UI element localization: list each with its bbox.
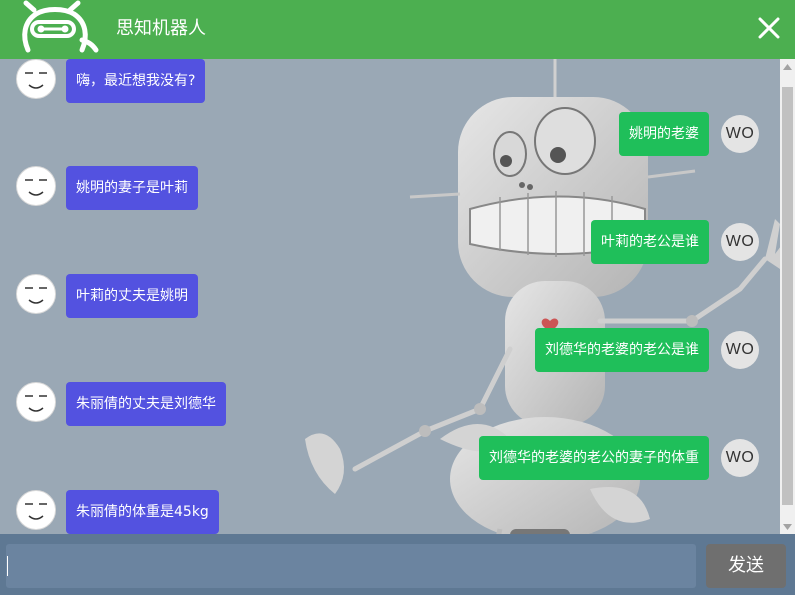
header-bar: 思知机器人 [0,0,795,59]
user-avatar: WO [721,331,759,369]
bot-message-bubble: 叶莉的丈夫是姚明 [66,274,198,318]
message-input[interactable] [6,544,696,588]
user-message-bubble: 叶莉的老公是谁 [591,220,709,264]
bot-message-bubble: 朱丽倩的丈夫是刘德华 [66,382,226,426]
bot-avatar [16,382,56,422]
scroll-thumb[interactable] [782,87,793,505]
user-avatar: WO [721,115,759,153]
robot-logo-icon [22,0,99,53]
sleepy-face-icon [25,287,47,304]
user-message-bubble: 刘德华的老婆的老公是谁 [535,328,709,372]
chat-scrollbar[interactable] [780,59,795,534]
bot-message-bubble: 朱丽倩的体重是45kg [66,490,219,534]
sleepy-face-icon [25,72,47,89]
chat-history: 嗨，最近想我没有? 姚明的妻子是叶莉 叶莉的丈夫是姚明 朱丽倩的丈夫是刘德华 朱… [0,59,780,534]
bot-message-bubble: 嗨，最近想我没有? [66,59,206,103]
bot-avatar [16,59,56,99]
close-icon[interactable] [755,14,783,42]
scroll-down-arrow-icon[interactable] [780,519,795,534]
sleepy-face-icon [25,503,47,520]
user-message-bubble: 刘德华的老婆的老公的妻子的体重 [479,436,709,480]
bot-avatar [16,490,56,530]
chat-window: 思知机器人 嗨，最近想我没有? 姚明的妻子是叶莉 叶莉的丈夫是姚明 朱丽倩的丈夫… [0,0,795,595]
send-button[interactable]: 发送 [706,544,786,588]
bot-message-bubble: 姚明的妻子是叶莉 [66,166,198,210]
app-title: 思知机器人 [116,18,206,39]
user-avatar: WO [721,223,759,261]
user-message-bubble: 姚明的老婆 [619,112,709,156]
input-bar: 发送 [0,534,795,595]
scroll-up-arrow-icon[interactable] [780,59,795,74]
text-caret [7,556,8,576]
bot-avatar [16,274,56,314]
user-avatar: WO [721,439,759,477]
sleepy-face-icon [25,179,47,196]
bot-avatar [16,166,56,206]
sleepy-face-icon [25,395,47,412]
